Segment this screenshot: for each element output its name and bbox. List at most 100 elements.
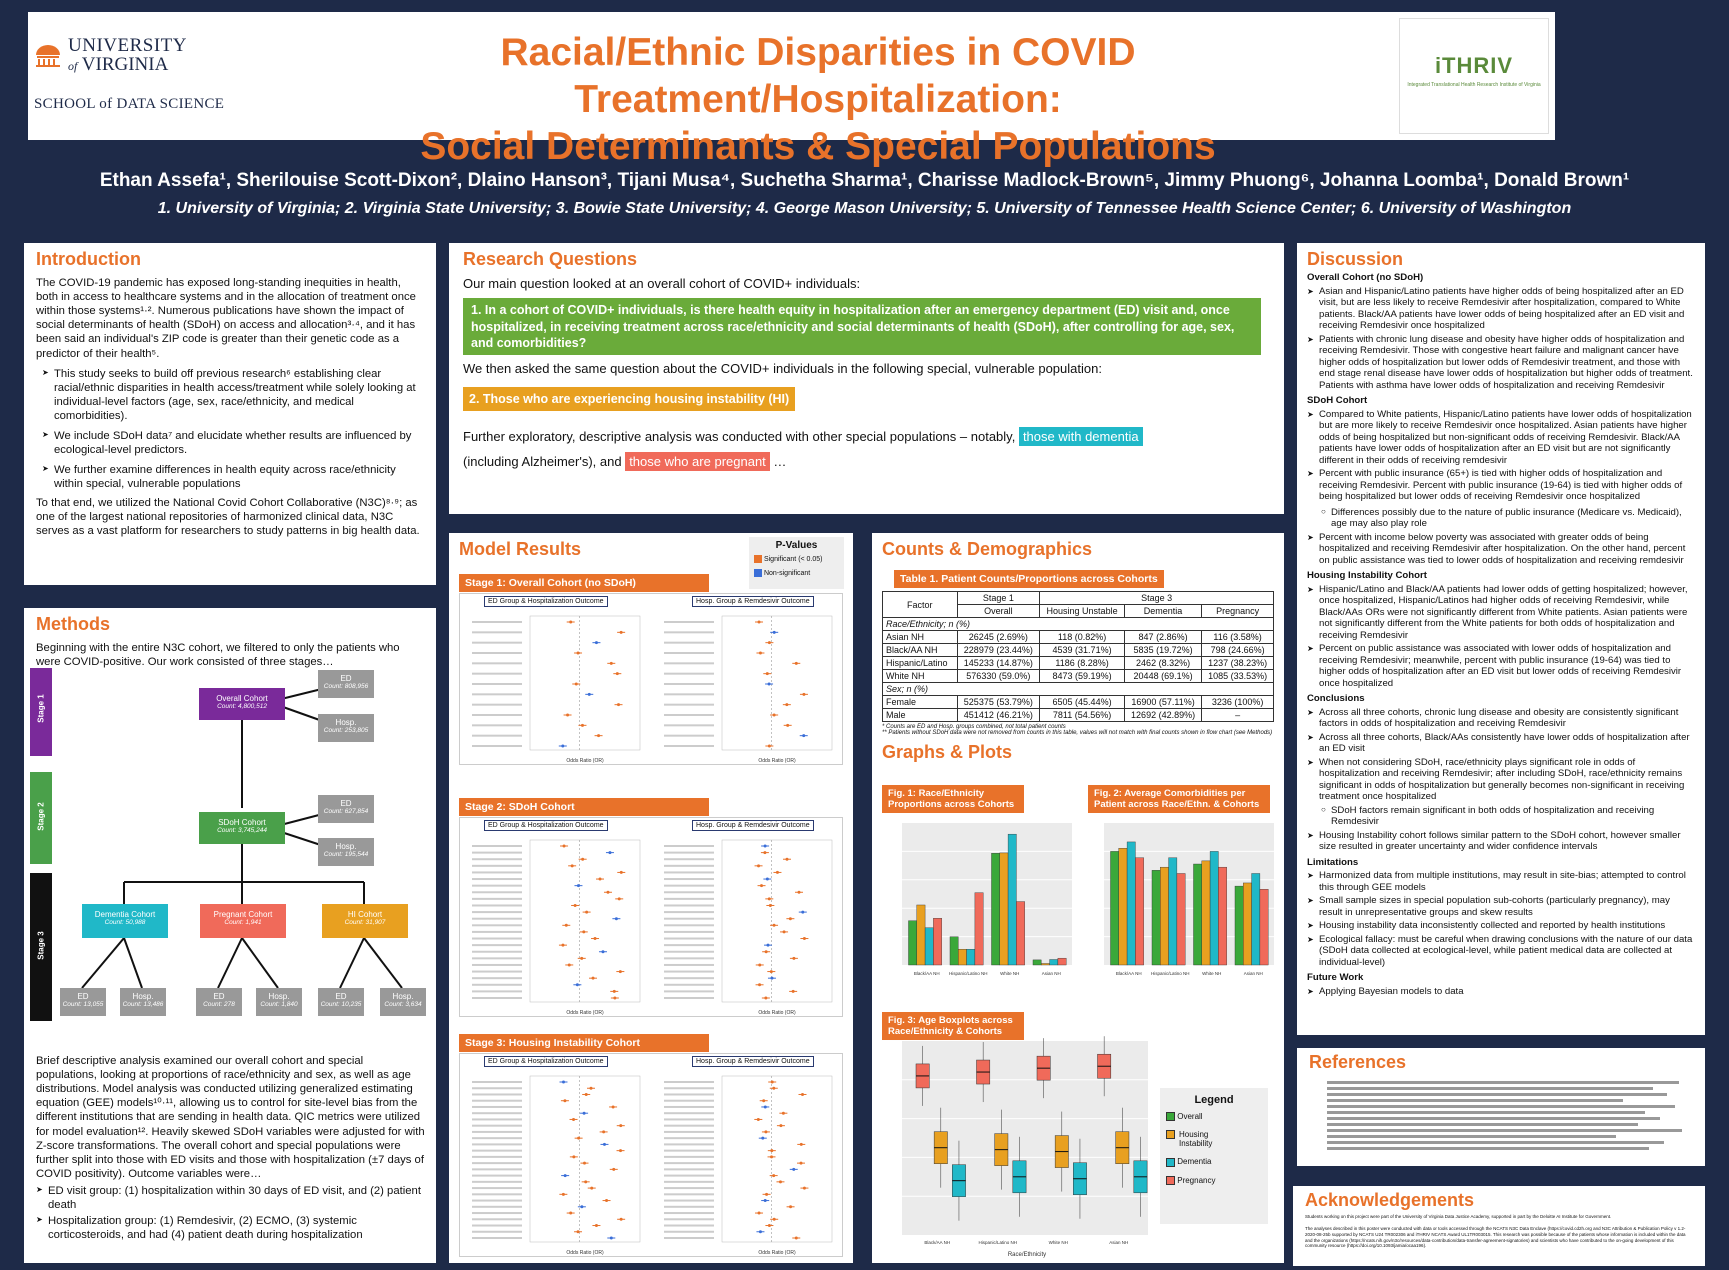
forest-frame [721,839,833,1003]
ithriv-sub: Integrated Translational Health Research… [1407,82,1541,88]
flowchart: Stage 1 Stage 2 Stage 3 Overall Cohort Co… [24,668,436,1073]
row-label [664,1230,714,1233]
row-label [472,1218,522,1221]
row-label [664,937,714,940]
sdoh-cohort-node: SDoH Cohort Count: 3,745,244 [199,812,285,844]
disc-sub-bullet: Differences possibly due to the nature o… [1321,507,1695,530]
row-label [472,845,522,847]
disc-bullet: Ecological fallacy: must be careful when… [1307,934,1695,969]
bar [999,852,1009,966]
row-label [664,652,714,654]
row-label [664,1093,714,1096]
x-axis-label: Odds Ratio (OR) [566,1250,604,1256]
or-point [609,1236,613,1240]
row-label [472,1162,522,1165]
row-label [664,944,714,947]
leaf-node: Hosp. Count: 13,486 [120,988,166,1016]
row-label [664,970,714,973]
or-point [619,870,623,874]
leaf-node: ED Count: 13,055 [60,988,106,1016]
or-point [760,884,764,888]
or-point [770,1155,774,1159]
row-label [472,851,522,854]
row-label [664,672,714,675]
row-label [664,845,714,847]
row-label [664,1174,714,1177]
th-overall: Overall [956,604,1041,618]
methods-p2: Brief descriptive analysis examined our … [36,1055,425,1180]
or-point [763,1105,767,1109]
disc-bullet: Hispanic/Latino and Black/AA patients ha… [1307,584,1695,642]
x-tick-label: Black/AA NH [914,971,940,976]
table-row: White NH 576330 (59.0%) 8473 (59.19%) 20448… [882,669,1274,683]
row-label [472,1137,522,1140]
row-label [664,1180,714,1183]
dementia-highlight: those with dementia [1018,427,1143,447]
grp-sex: Sex; n (%) [882,682,1274,696]
bar [1243,882,1252,966]
row-label [472,1149,522,1152]
row-label [664,891,714,894]
pregnant-highlight: those who are pregnant [625,451,770,471]
row-label [664,884,714,887]
or-point [570,864,574,868]
th-factor: Factor [882,591,958,618]
stage1-hosp-node: Hosp. Count: 253,805 [318,714,374,742]
intro-p2: To that end, we utilized the National Co… [36,496,420,537]
title-line-1: Racial/Ethnic Disparities in COVID Treat… [500,31,1136,121]
row-label [472,745,522,747]
row-label [664,621,714,623]
row-label [664,1187,714,1190]
or-point [569,1211,573,1215]
rq-question-1: 1. In a cohort of COVID+ individuals, is… [463,298,1261,355]
or-point [584,1180,588,1184]
leaf-node: ED Count: 278 [196,988,242,1016]
row-label [664,703,714,706]
bar [1110,851,1119,966]
x-tick-label: Black/AA NH [924,1240,950,1245]
row-label [664,983,714,986]
x-tick-label: Asian NH [1244,971,1263,976]
hi-count: Count: 31,907 [344,919,386,927]
row-label [472,693,522,696]
or-point [582,1111,586,1115]
or-point [772,923,776,927]
stage2-hosp-title: Hosp. Group & Remdesivir Outcome [692,820,814,831]
legend-ns: Non-significant [763,569,811,577]
row-label [472,652,522,654]
or-point [758,651,762,655]
row-label [664,1124,714,1127]
or-point [788,917,792,921]
row-label [664,963,714,966]
or-point [763,851,767,855]
research-questions-panel: Research Questions Our main question loo… [449,243,1284,514]
row-label [664,1237,714,1239]
bar [1032,959,1042,966]
row-label [472,871,522,874]
intro-p1: The COVID-19 pandemic has exposed long-s… [36,277,416,360]
rq-p3: Further exploratory, descriptive analysi… [463,425,1270,474]
disc-bullet: Across all three cohorts, Black/AAs cons… [1307,732,1695,755]
or-point [611,1105,615,1109]
row-label [472,891,522,894]
th-stage1: Stage 1 [956,591,1041,605]
bar [1049,959,1059,966]
rq-p2: We then asked the same question about th… [463,361,1102,376]
bar [1234,885,1244,966]
or-point [792,956,796,960]
table-title: Table 1. Patient Counts/Proportions acro… [894,570,1164,588]
or-point [768,903,772,907]
or-point [757,620,761,624]
row-label [472,977,522,980]
or-point [582,1161,586,1165]
sdoh-label: SDoH Cohort [218,818,266,827]
or-point [619,630,623,634]
preg-label: Pregnant Cohort [213,910,273,919]
row-label [664,734,714,737]
or-point [800,1092,804,1096]
row-label [472,911,522,914]
disc-bullet: Small sample sizes in special population… [1307,895,1695,918]
stage-1-bar: Stage 1 [30,668,52,756]
preg-count: Count: 1,941 [224,919,262,927]
x-tick-label: White NH [1049,1240,1068,1245]
